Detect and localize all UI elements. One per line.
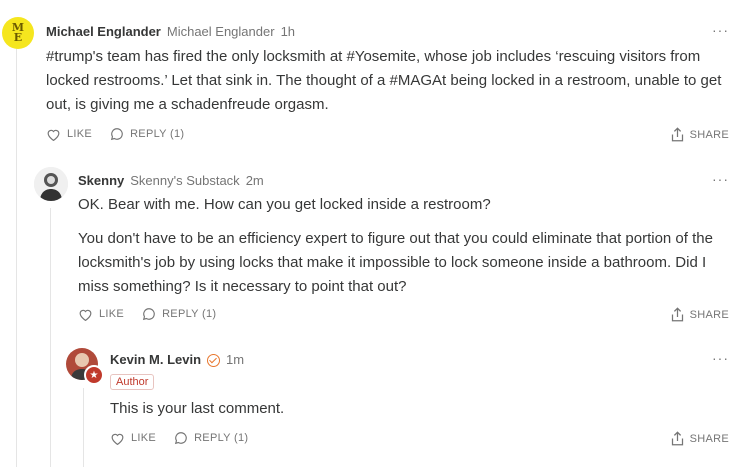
heart-icon bbox=[79, 309, 92, 321]
share-icon bbox=[671, 431, 683, 446]
speech-bubble-icon bbox=[174, 432, 187, 445]
reply-label: REPLY (1) bbox=[162, 308, 217, 320]
like-button[interactable]: LIKE bbox=[110, 432, 156, 445]
heart-icon bbox=[47, 129, 60, 141]
like-label: LIKE bbox=[99, 308, 125, 320]
share-label: SHARE bbox=[689, 308, 729, 321]
author-star-icon: ★ bbox=[84, 365, 104, 385]
author-name[interactable]: Skenny bbox=[78, 173, 124, 188]
speech-bubble-icon bbox=[110, 128, 123, 141]
thread-line bbox=[83, 388, 84, 467]
comment-header: Skenny Skenny's Substack 2m bbox=[78, 173, 264, 188]
comment-paragraph: OK. Bear with me. How can you get locked… bbox=[78, 196, 491, 213]
reply-label: REPLY (1) bbox=[130, 128, 185, 140]
share-button[interactable]: SHARE bbox=[671, 431, 729, 446]
share-icon bbox=[671, 127, 683, 142]
author-badge: Author bbox=[110, 374, 155, 390]
comment-actions: LIKE REPLY (1) bbox=[78, 307, 216, 321]
comment-paragraph: #trump's team has fired the only locksmi… bbox=[46, 48, 722, 113]
publication-name[interactable]: Skenny's Substack bbox=[130, 173, 239, 188]
thread-line bbox=[16, 44, 17, 467]
like-button[interactable]: LIKE bbox=[78, 308, 124, 321]
comment-paragraph: This is your last comment. bbox=[110, 400, 285, 417]
like-button[interactable]: LIKE bbox=[46, 128, 92, 141]
more-options-button[interactable]: ··· bbox=[712, 350, 729, 366]
comment-actions: LIKE REPLY (1) bbox=[46, 127, 184, 141]
heart-icon bbox=[111, 433, 124, 445]
timestamp[interactable]: 1m bbox=[226, 352, 244, 367]
share-button[interactable]: SHARE bbox=[671, 127, 729, 142]
share-button[interactable]: SHARE bbox=[671, 307, 729, 322]
verified-icon bbox=[207, 354, 221, 367]
reply-button[interactable]: REPLY (1) bbox=[110, 127, 184, 141]
reply-button[interactable]: REPLY (1) bbox=[142, 307, 216, 321]
reply-label: REPLY (1) bbox=[194, 432, 249, 444]
publication-name[interactable]: Michael Englander bbox=[167, 24, 275, 39]
timestamp[interactable]: 2m bbox=[246, 173, 264, 188]
comment-header: Michael Englander Michael Englander 1h bbox=[46, 24, 295, 39]
share-label: SHARE bbox=[689, 432, 729, 445]
avatar[interactable]: ME bbox=[2, 17, 34, 49]
comment-header: Kevin M. Levin 1m bbox=[110, 352, 244, 367]
more-options-button[interactable]: ··· bbox=[712, 22, 729, 38]
speech-bubble-icon bbox=[142, 308, 155, 321]
avatar[interactable] bbox=[34, 167, 68, 201]
reply-button[interactable]: REPLY (1) bbox=[174, 431, 248, 445]
author-name[interactable]: Kevin M. Levin bbox=[110, 352, 201, 367]
comment-paragraph: You don't have to be an efficiency exper… bbox=[78, 230, 713, 295]
comment-body: #trump's team has fired the only locksmi… bbox=[46, 45, 731, 125]
avatar-image bbox=[34, 167, 68, 201]
comment-actions: LIKE REPLY (1) bbox=[110, 431, 248, 445]
thread-line bbox=[50, 208, 51, 467]
comment-body: This is your last comment. bbox=[110, 397, 730, 429]
timestamp[interactable]: 1h bbox=[281, 24, 295, 39]
more-options-button[interactable]: ··· bbox=[712, 171, 729, 187]
like-label: LIKE bbox=[131, 432, 157, 444]
share-label: SHARE bbox=[689, 128, 729, 141]
share-icon bbox=[671, 307, 683, 322]
like-label: LIKE bbox=[67, 128, 93, 140]
comment-body: OK. Bear with me. How can you get locked… bbox=[78, 193, 733, 307]
avatar-initials: ME bbox=[11, 21, 25, 44]
author-name[interactable]: Michael Englander bbox=[46, 24, 161, 39]
